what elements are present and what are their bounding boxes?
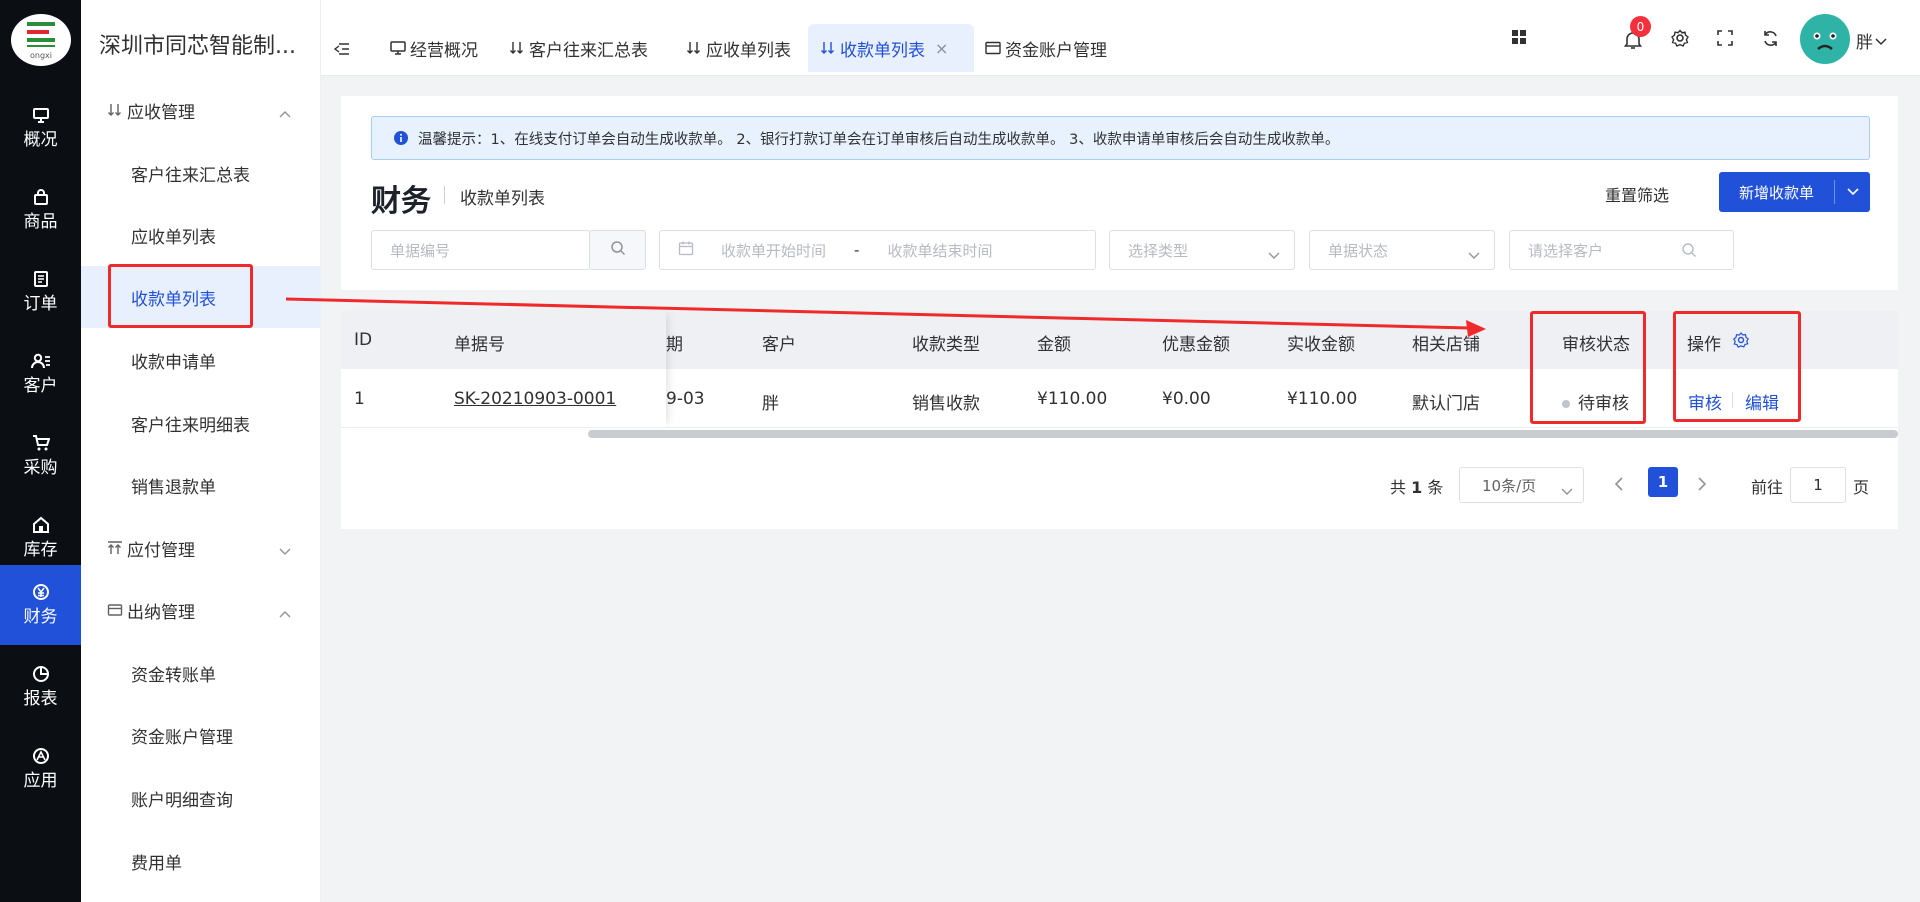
annotation-arrow — [285, 297, 1486, 337]
